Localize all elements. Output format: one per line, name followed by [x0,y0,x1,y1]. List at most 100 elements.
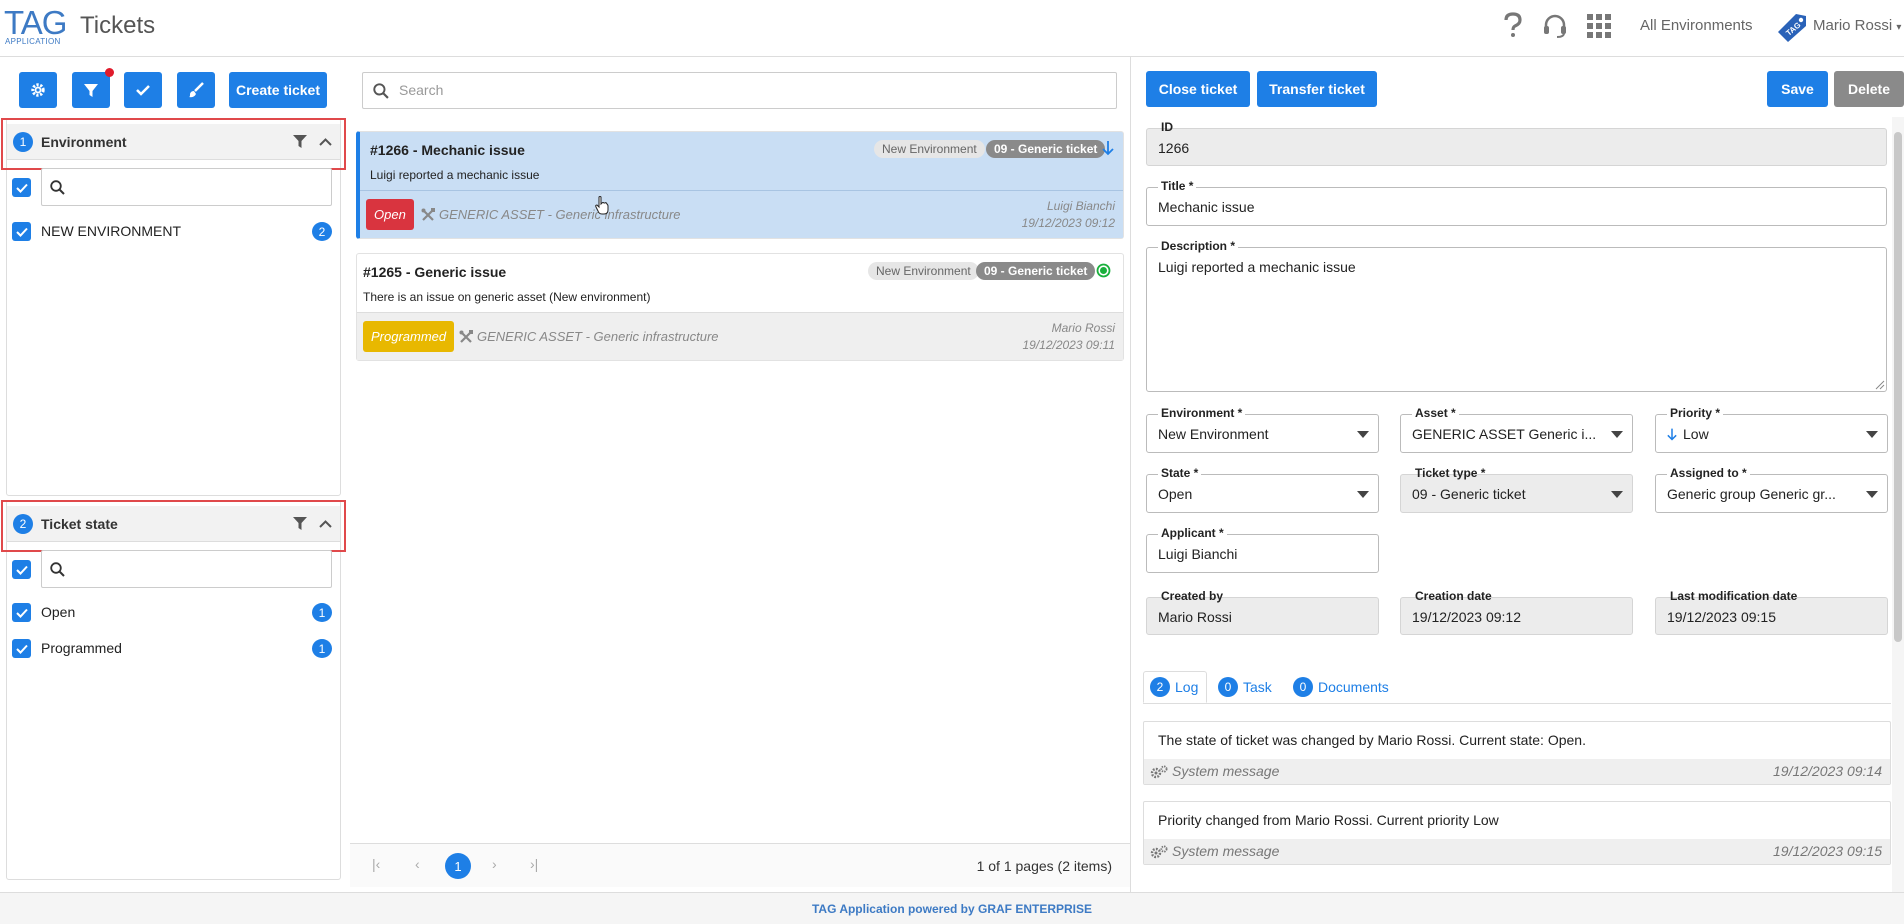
cogs-icon [1150,845,1168,859]
search-icon [373,83,389,99]
asset-select[interactable]: Asset * GENERIC ASSET Generic i... [1400,406,1633,453]
title-field[interactable]: Title * Mechanic issue [1146,179,1887,226]
page-info: 1 of 1 pages (2 items) [976,858,1112,874]
field-label: Description * [1158,239,1239,253]
resize-handle-icon[interactable] [1875,380,1885,390]
delete-button[interactable]: Delete [1834,71,1904,107]
settings-button[interactable] [19,72,57,108]
tag-logo[interactable]: TAG APPLICATION [4,4,67,52]
tab-count: 2 [1150,677,1170,697]
chevron-up-icon[interactable] [319,137,332,146]
filter-icon [84,84,98,97]
clear-filters-button[interactable] [177,72,215,108]
tab-log[interactable]: 2 Log [1143,671,1207,703]
tools-icon [421,208,435,222]
last-page-icon[interactable]: ›| [530,856,538,872]
chevron-up-icon[interactable] [319,519,332,528]
caret-down-icon [1357,431,1369,438]
creation-date-field: Creation date 19/12/2023 09:12 [1400,589,1633,635]
ticket-search[interactable] [362,72,1117,109]
user-avatar[interactable]: TAG [1776,12,1808,42]
state-filter-search[interactable] [41,550,332,588]
state-item-label[interactable]: Open [41,604,75,620]
field-label: Priority * [1667,406,1724,420]
state-item-count: 1 [312,603,332,622]
last-modification-date-field: Last modification date 19/12/2023 09:15 [1655,589,1888,635]
headset-icon[interactable] [1542,13,1568,42]
ticket-card[interactable]: #1266 - Mechanic issue New Environment 0… [356,131,1124,239]
scrollbar-thumb[interactable] [1894,132,1902,642]
state-item-label[interactable]: Programmed [41,640,122,656]
app-footer: TAG Application powered by GRAF ENTERPRI… [0,892,1904,924]
field-label: ID [1161,120,1173,134]
brush-icon [189,82,204,98]
ticket-description: Luigi reported a mechanic issue [370,168,540,182]
log-text: The state of ticket was changed by Mario… [1158,732,1586,748]
ticket-footer: Open GENERIC ASSET - Generic infrastruct… [360,190,1123,238]
funnel-icon[interactable] [293,135,307,148]
environment-checkbox[interactable] [12,222,31,241]
next-page-icon[interactable]: › [492,856,497,872]
tab-count: 0 [1218,677,1238,697]
tab-documents[interactable]: 0 Documents [1293,671,1389,703]
page-1-button[interactable]: 1 [445,853,471,879]
ticket-type-select: Ticket type * 09 - Generic ticket [1400,466,1633,513]
status-dot-icon [1096,263,1111,278]
search-input[interactable] [399,82,1099,98]
state-open-checkbox[interactable] [12,603,31,622]
filter-button[interactable] [72,72,110,108]
apps-grid-icon[interactable] [1587,14,1611,41]
save-button[interactable]: Save [1767,71,1828,107]
ticket-detail-panel: Close ticket Transfer ticket Save Delete… [1130,57,1904,892]
ticket-type-tag: 09 - Generic ticket [976,262,1096,280]
logo-text: TAG [4,4,67,41]
field-value: 1266 [1158,140,1190,156]
close-ticket-button[interactable]: Close ticket [1146,71,1250,107]
user-menu[interactable]: Mario Rossi ▾ [1813,17,1901,34]
field-value[interactable]: Luigi reported a mechanic issue [1158,259,1356,275]
created-by-field: Created by Mario Rossi [1146,589,1379,635]
prev-page-icon[interactable]: ‹ [415,856,420,872]
environment-selector[interactable]: All Environments [1640,17,1753,34]
caret-down-icon [1357,491,1369,498]
ticket-card[interactable]: #1265 - Generic issue New Environment 09… [356,253,1124,361]
mouse-cursor-icon [594,195,610,215]
help-icon[interactable] [1503,12,1523,41]
field-label: Applicant * [1158,526,1227,540]
state-programmed-checkbox[interactable] [12,639,31,658]
field-label: Last modification date [1670,589,1798,603]
field-value[interactable]: Mechanic issue [1158,199,1255,215]
log-date: 19/12/2023 09:15 [1773,843,1882,859]
ticket-footer: Programmed GENERIC ASSET - Generic infra… [357,312,1123,360]
funnel-icon[interactable] [293,517,307,530]
priority-low-arrow-icon [1667,427,1677,442]
log-source: System message [1172,763,1280,779]
log-entry: The state of ticket was changed by Mario… [1143,721,1891,785]
page-title: Tickets [80,12,156,39]
transfer-ticket-button[interactable]: Transfer ticket [1257,71,1377,107]
filter-active-dot [105,68,114,77]
environment-filter-header: 1 Environment [1,118,346,170]
priority-low-arrow-icon [1102,140,1114,156]
tab-label: Task [1243,679,1272,695]
environment-select[interactable]: Environment * New Environment [1146,406,1379,453]
applicant-field[interactable]: Applicant * Luigi Bianchi [1146,526,1379,573]
environment-item-label[interactable]: NEW ENVIRONMENT [41,223,181,239]
field-label: Environment * [1158,406,1246,420]
field-label: Title * [1158,179,1197,193]
create-ticket-button[interactable]: Create ticket [229,72,327,108]
description-field[interactable]: Description * Luigi reported a mechanic … [1146,239,1887,392]
select-all-checkbox[interactable] [12,178,31,197]
priority-select[interactable]: Priority * Low [1655,406,1888,453]
tab-task[interactable]: 0 Task [1218,671,1272,703]
state-select[interactable]: State * Open [1146,466,1379,513]
field-value[interactable]: Luigi Bianchi [1158,546,1237,562]
environment-filter-search[interactable] [41,168,332,206]
filter-index: 1 [13,131,33,152]
first-page-icon[interactable]: |‹ [372,856,380,872]
field-value: GENERIC ASSET Generic i... [1412,426,1597,442]
select-all-checkbox[interactable] [12,560,31,579]
select-all-button[interactable] [124,72,162,108]
search-icon [50,562,65,577]
assigned-to-select[interactable]: Assigned to * Generic group Generic gr..… [1655,466,1888,513]
